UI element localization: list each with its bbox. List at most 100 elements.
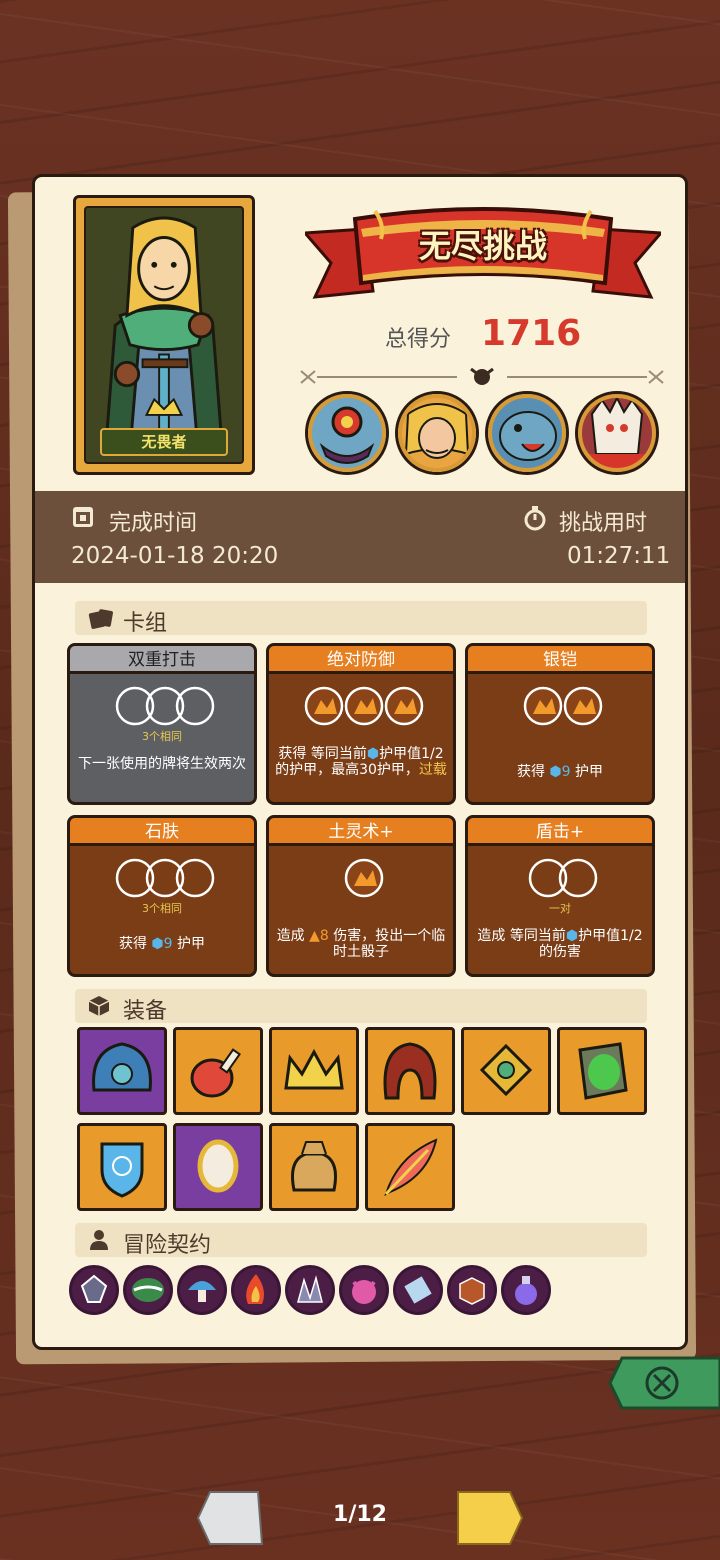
stopwatch-icon [524,506,546,531]
equip-coin-bag[interactable] [269,1123,359,1211]
close-icon [608,1356,720,1410]
contract-2[interactable] [123,1265,173,1315]
card-shield-bash[interactable]: 盾击+ 一对 造成 等同当前⬢护甲值1/2的伤害 [465,815,655,977]
crown-icon [284,1048,344,1090]
desc-text: 护甲 [570,764,604,780]
dice-slot-icon [115,858,215,898]
equip-blue-shield[interactable] [77,1123,167,1211]
armor-shield-icon: ⬢ [565,928,579,944]
card-double-strike[interactable]: 双重打击 3个相同 下一张使用的牌将生效两次 [67,643,257,805]
desc-text: 护甲 [172,936,206,952]
contract-4[interactable] [231,1265,281,1315]
overload-keyword: 过载 [418,762,447,778]
equip-gold-charm[interactable] [461,1027,551,1115]
armor-shield-icon: ⬢ [549,764,562,780]
armor-value: 9 [561,764,571,780]
card-condition: 3个相同 [142,902,182,915]
equip-blue-helm[interactable] [77,1027,167,1115]
card-title: 双重打击 [70,646,254,674]
contract-1[interactable] [69,1265,119,1315]
boss-portrait-3[interactable] [485,391,569,475]
next-page-button[interactable] [454,1488,524,1548]
armor-shield-icon: ⬢ [151,936,164,952]
hero-name: 无畏者 [100,428,228,456]
contract-3[interactable] [177,1265,227,1315]
card-description: 造成 等同当前⬢护甲值1/2的伤害 [474,928,646,960]
blue-shield-icon [100,1142,144,1198]
equip-moss-stone[interactable] [557,1027,647,1115]
boss-portrait-4[interactable] [575,391,659,475]
card-title: 土灵术+ [269,818,453,846]
card-title: 绝对防御 [269,646,453,674]
deck-section-header: 卡组 [75,601,647,636]
equip-feather[interactable] [365,1123,455,1211]
card-description: 获得 ⬢9 护甲 [474,764,646,780]
equip-red-hood[interactable] [365,1027,455,1115]
card-condition: 一对 [549,902,571,915]
contract-5[interactable] [285,1265,335,1315]
gold-charm-icon [479,1043,533,1097]
card-description: 获得 ⬢9 护甲 [76,936,248,952]
scroll-icon [404,1276,432,1304]
card-silver-armor[interactable]: 银铠 获得 ⬢9 护甲 [465,643,655,805]
equip-meat-leg[interactable] [173,1027,263,1115]
card-stone-skin[interactable]: 石肤 3个相同 获得 ⬢9 护甲 [67,815,257,977]
page-indicator: 1/12 [333,1502,387,1527]
card-title: 银铠 [468,646,652,674]
desc-text: 造成 [276,928,310,944]
armor-value: 9 [163,936,173,952]
equip-crown[interactable] [269,1027,359,1115]
contract-8[interactable] [447,1265,497,1315]
feather-icon [384,1138,438,1196]
hero-card[interactable]: 无畏者 [73,195,255,475]
armor-shield-icon: ⬢ [366,746,380,762]
desc-text: 造成 等同当前 [477,928,566,944]
fire-icon [246,1274,264,1304]
card-title: 石肤 [70,818,254,846]
gem-icon [80,1274,108,1303]
card-absolute-defense[interactable]: 绝对防御 获得 等同当前⬢护甲值1/2的护甲，最高30护甲，过载 [266,643,456,805]
desc-text-1: 获得 等同当前 [278,746,367,762]
duration-label: 挑战用时 [559,511,648,536]
card-geomancy[interactable]: 土灵术+ 造成 ▲8 伤害，投出一个临时土骰子 [266,815,456,977]
earth-dice-icon [304,686,424,726]
equip-mirror[interactable] [173,1123,263,1211]
equipment-section-header: 装备 [75,989,647,1024]
card-title: 盾击+ [468,818,652,846]
duration-value: 01:27:11 [567,543,671,569]
card-condition: 3个相同 [142,730,182,743]
banner-title: 无尽挑战 [418,227,547,265]
score-label: 总得分 [385,327,452,352]
boss-portrait-1[interactable] [305,391,389,475]
mirror-icon [197,1139,239,1193]
earth-dice-icon [523,686,603,726]
desc-text: 伤害，投出一个临时土骰子 [328,928,446,960]
hero-figure-icon [103,216,225,454]
card-description: 造成 ▲8 伤害，投出一个临时土骰子 [275,928,447,960]
equipment-title: 装备 [123,999,168,1024]
contract-6[interactable] [339,1265,389,1315]
prev-page-button[interactable] [196,1488,266,1548]
score-value: 1716 [481,313,582,354]
endless-challenge-banner: 无尽挑战 [301,199,665,309]
pink-demon-icon [352,1280,376,1304]
boss-portrait-2[interactable] [395,391,479,475]
dice-slot-icon [115,686,215,726]
contracts-title: 冒险契约 [123,1233,212,1258]
contracts-section-header: 冒险契约 [75,1223,647,1258]
ornament-divider-icon [300,367,664,385]
contract-9[interactable] [501,1265,551,1315]
desc-text: 获得 [516,764,550,780]
close-button[interactable] [608,1354,720,1412]
box-icon [88,996,110,1016]
serpent-icon [132,1278,164,1302]
complete-time-value: 2024-01-18 20:20 [71,543,279,569]
cards-icon [88,609,113,629]
result-panel: 无畏者 无尽挑战 总得分 1716 完成时间 2024-01-18 20:20 … [32,174,688,1350]
desc-text: 获得 [118,936,152,952]
deck-title: 卡组 [123,611,168,636]
complete-time-label: 完成时间 [109,511,198,536]
damage-value: 8 [319,928,329,944]
contract-7[interactable] [393,1265,443,1315]
mushroom-icon [188,1281,216,1302]
